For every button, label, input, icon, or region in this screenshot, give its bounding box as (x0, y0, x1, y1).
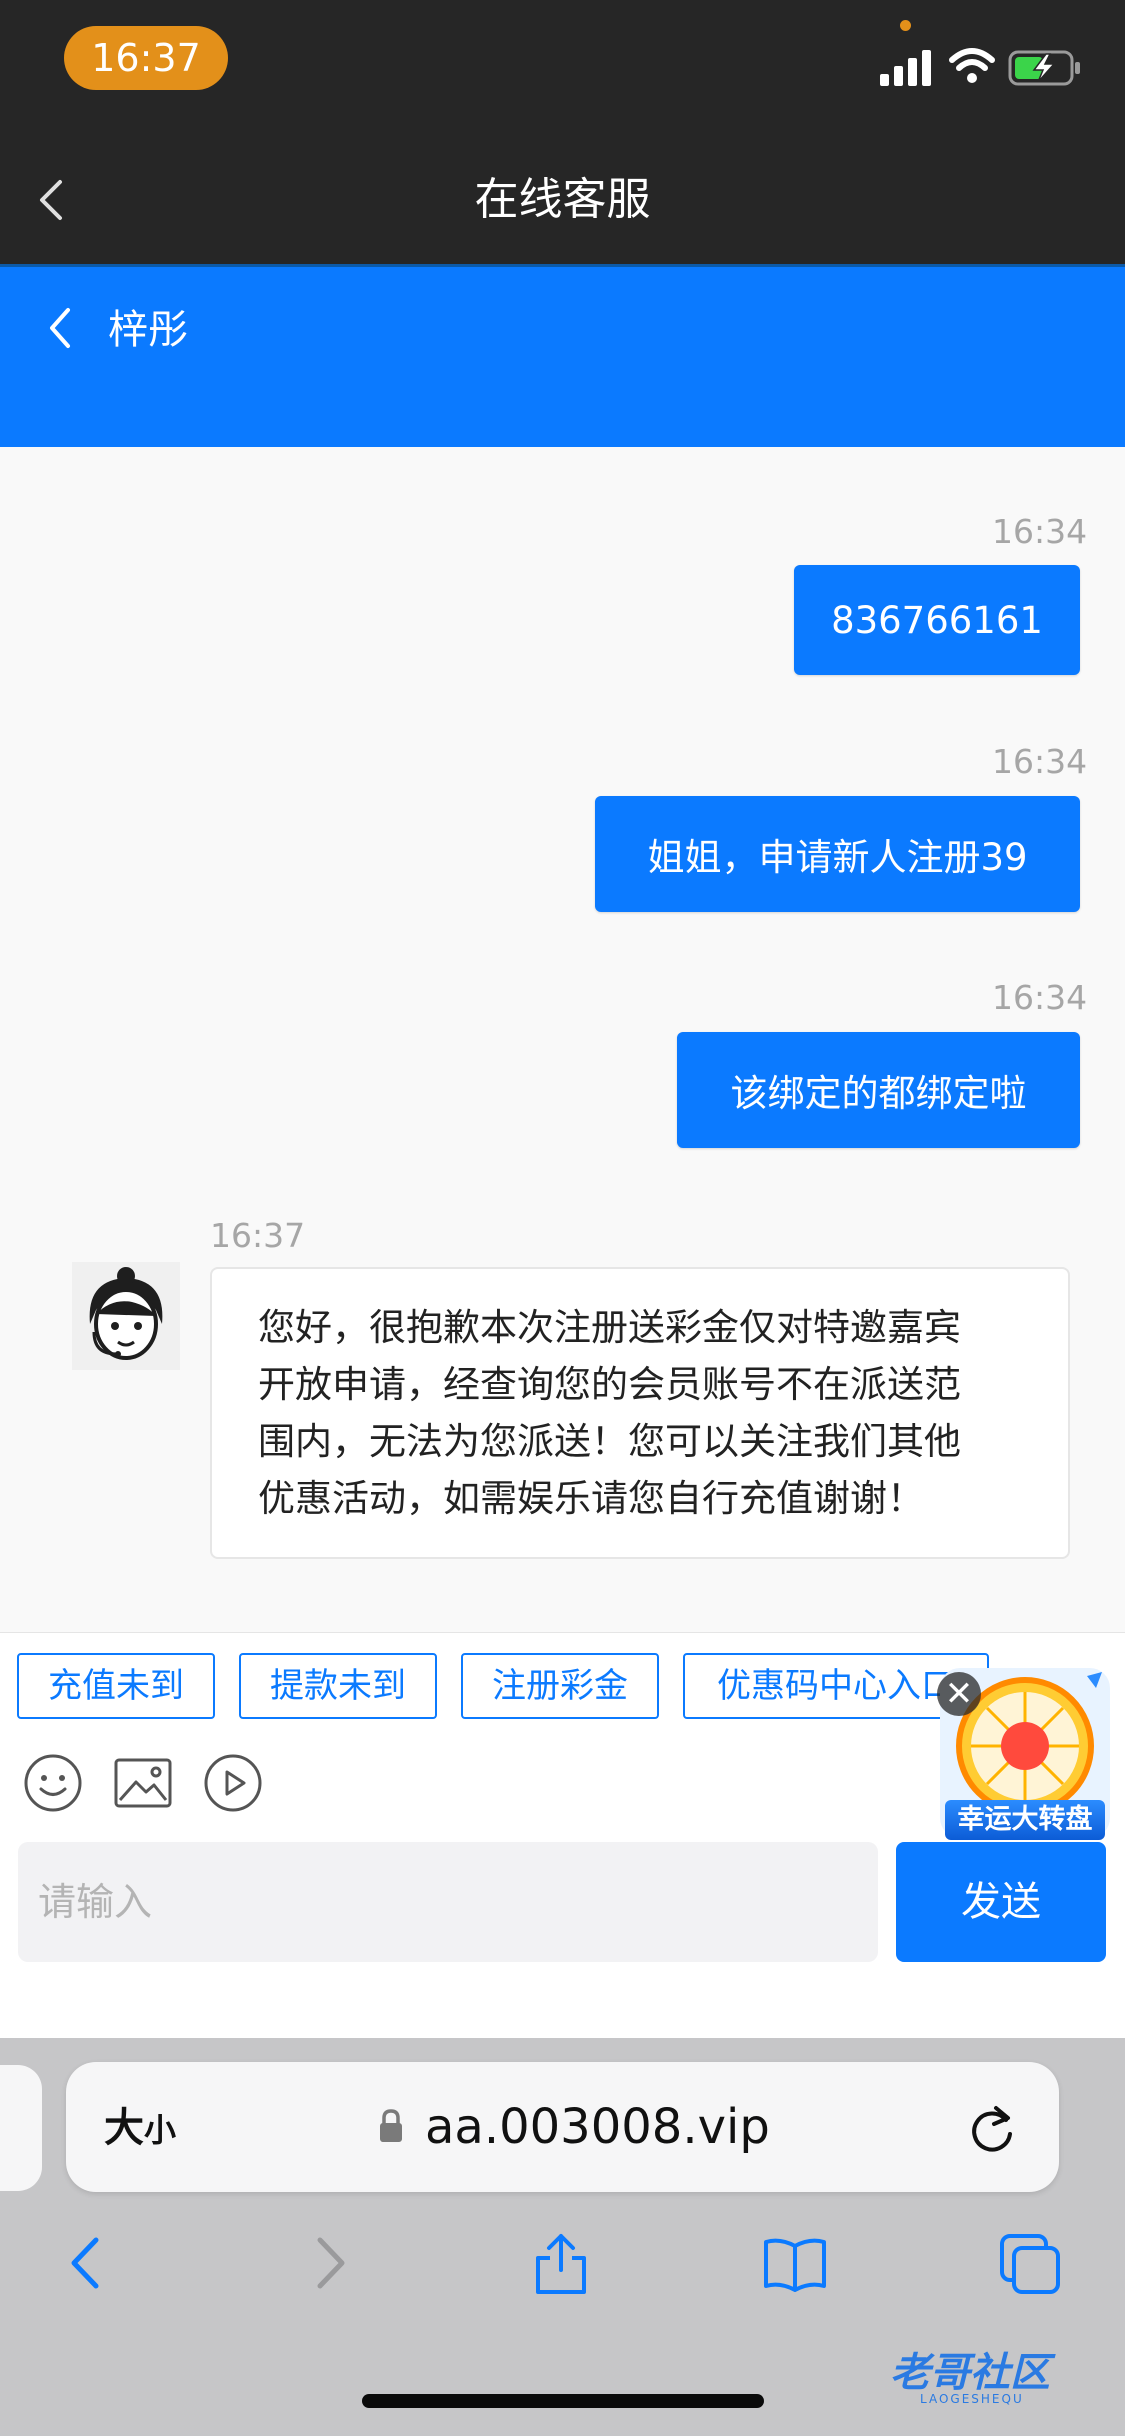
text-size-big: 大 (104, 2105, 144, 2151)
message-line: 开放申请，经查询您的会员账号不在派送范 (258, 1363, 961, 1406)
bookmarks-icon[interactable] (762, 2230, 828, 2296)
reload-icon[interactable] (966, 2100, 1018, 2156)
outgoing-message[interactable]: 该绑定的都绑定啦 (677, 1032, 1080, 1148)
status-time: 16:37 (64, 26, 228, 90)
text-size-small: 小 (144, 2111, 177, 2149)
promo-close-button[interactable]: ✕ (937, 1672, 981, 1716)
message-timestamp: 16:37 (210, 1216, 306, 1255)
url-text[interactable]: aa.003008.vip (425, 2096, 770, 2158)
browser-back-icon[interactable] (54, 2230, 120, 2296)
watermark-subtext: LAOGESHEQU (920, 2392, 1024, 2406)
promo-label[interactable]: 幸运大转盘 (945, 1800, 1105, 1840)
outgoing-message[interactable]: 836766161 (794, 565, 1080, 675)
agent-name: 梓彤 (108, 307, 188, 353)
watermark-text: 老哥社区 (890, 2350, 1050, 2396)
incoming-message[interactable]: 您好，很抱歉本次注册送彩金仅对特邀嘉宾 开放申请，经查询您的会员账号不在派送范 … (210, 1267, 1070, 1559)
video-icon[interactable] (202, 1752, 264, 1814)
lock-icon (380, 2109, 402, 2142)
share-icon[interactable] (528, 2230, 594, 2296)
cellular-signal-icon (880, 50, 931, 86)
agent-avatar-icon (72, 1262, 180, 1370)
message-timestamp: 16:34 (992, 978, 1088, 1017)
message-line: 优惠活动，如需娱乐请您自行充值谢谢！ (258, 1477, 924, 1520)
quick-reply-withdrawal[interactable]: 提款未到 (239, 1653, 437, 1719)
image-icon[interactable] (112, 1752, 174, 1814)
message-input[interactable]: 请输入 (18, 1842, 878, 1962)
message-timestamp: 16:34 (992, 742, 1088, 781)
message-line: 您好，很抱歉本次注册送彩金仅对特邀嘉宾 (258, 1306, 961, 1349)
page-title: 在线客服 (474, 174, 651, 225)
quick-reply-recharge[interactable]: 充值未到 (17, 1653, 215, 1719)
tabs-icon[interactable] (998, 2230, 1064, 2296)
send-button[interactable]: 发送 (896, 1842, 1106, 1962)
wifi-icon (949, 48, 995, 83)
outgoing-message[interactable]: 姐姐，申请新人注册39 (595, 796, 1080, 912)
previous-tab-peek[interactable] (0, 2065, 42, 2191)
text-size-button[interactable]: 大小 (104, 2100, 176, 2158)
chat-back-icon[interactable] (40, 300, 80, 356)
browser-forward-icon[interactable] (296, 2230, 362, 2296)
message-line: 围内，无法为您派送！您可以关注我们其他 (258, 1420, 961, 1463)
emoji-icon[interactable] (22, 1752, 84, 1814)
privacy-indicator-dot (900, 20, 911, 31)
home-indicator[interactable] (362, 2394, 764, 2408)
battery-charging-icon (1008, 50, 1080, 86)
message-timestamp: 16:34 (992, 512, 1088, 551)
quick-reply-register-bonus[interactable]: 注册彩金 (461, 1653, 659, 1719)
